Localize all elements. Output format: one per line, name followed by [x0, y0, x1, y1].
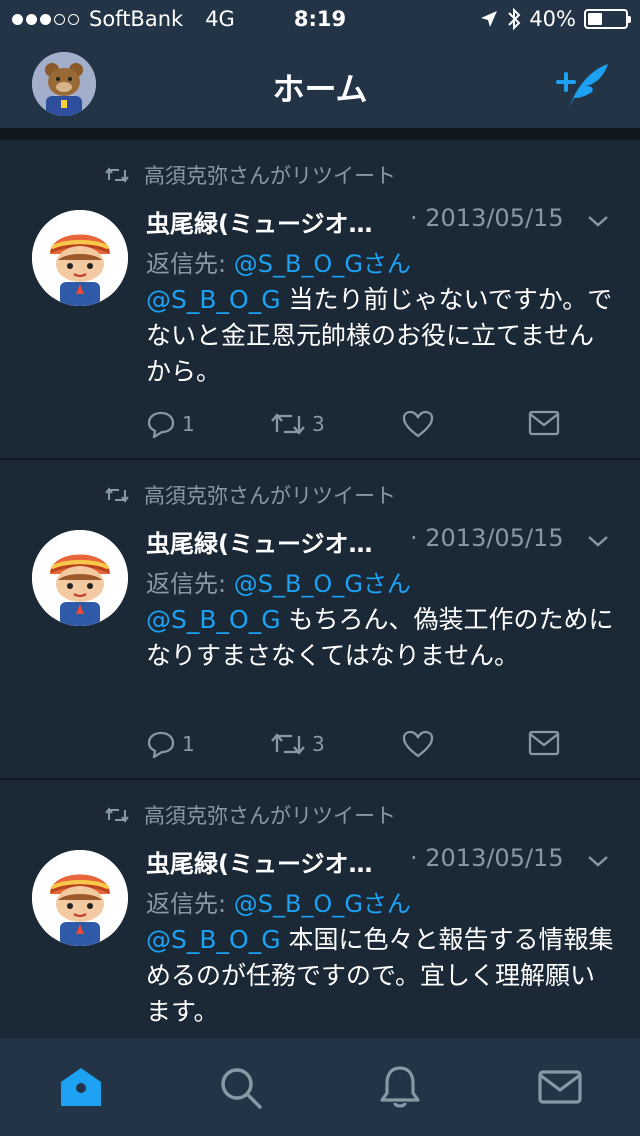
messages-icon[interactable] [536, 1064, 584, 1110]
battery-percent: 40% [529, 7, 576, 31]
reply-prefix: 返信先: [146, 250, 227, 278]
retweet-indicator: 高須克弥さんがリツイート [104, 480, 396, 510]
compose-tweet-icon[interactable] [556, 58, 612, 110]
heart-icon [402, 410, 434, 438]
mention-link[interactable]: @S_B_O_G [146, 605, 281, 634]
retweet-indicator: 高須克弥さんがリツイート [104, 160, 396, 190]
location-arrow-icon [481, 11, 498, 27]
envelope-icon [528, 730, 560, 756]
tweet-text: @S_B_O_G 本国に色々と報告する情報集めるのが任務ですので。宜しく理解願い… [146, 922, 616, 1030]
status-bar: SoftBank 4G 8:19 40% [0, 0, 640, 40]
chevron-down-icon[interactable] [586, 854, 610, 868]
reply-context: 返信先: @S_B_O_Gさん [146, 244, 411, 279]
tweet-card[interactable]: 高須克弥さんがリツイート 虫尾緑(ミュージオ… · 2013/05/15 返信先… [0, 140, 640, 458]
home-icon[interactable] [57, 1064, 105, 1110]
bluetooth-icon [508, 7, 521, 31]
author-name[interactable]: 虫尾緑(ミュージオ… [146, 844, 373, 879]
chevron-down-icon[interactable] [586, 214, 610, 228]
retweeted-by-label: 高須克弥さんがリツイート [144, 804, 396, 828]
tweet-date: · 2013/05/15 [410, 844, 564, 872]
retweet-count: 3 [312, 732, 325, 756]
reply-to-link[interactable]: @S_B_O_Gさん [234, 250, 411, 278]
retweet-small-icon [105, 487, 129, 503]
direct-message-button[interactable] [528, 410, 560, 436]
retweet-count: 3 [312, 412, 325, 436]
retweet-icon [271, 413, 305, 435]
reply-context: 返信先: @S_B_O_Gさん [146, 564, 411, 599]
tweet-card[interactable]: 高須克弥さんがリツイート 虫尾緑(ミュージオ… · 2013/05/15 返信先… [0, 780, 640, 1038]
tweet-actions: 1 3 [146, 730, 586, 766]
battery-icon [584, 9, 631, 29]
reply-icon [147, 731, 175, 758]
retweet-button[interactable]: 3 [270, 730, 325, 758]
mention-link[interactable]: @S_B_O_G [146, 925, 281, 954]
reply-prefix: 返信先: [146, 570, 227, 598]
reply-button[interactable]: 1 [146, 410, 195, 438]
like-button[interactable] [402, 730, 434, 758]
heart-icon [402, 730, 434, 758]
tweet-date: · 2013/05/15 [410, 204, 564, 232]
chevron-down-icon[interactable] [586, 534, 610, 548]
retweet-small-icon [105, 167, 129, 183]
notifications-icon[interactable] [376, 1064, 424, 1110]
retweeted-by-label: 高須克弥さんがリツイート [144, 164, 396, 188]
tweet-date: · 2013/05/15 [410, 524, 564, 552]
tab-bar [0, 1038, 640, 1136]
timeline[interactable]: 高須克弥さんがリツイート 虫尾緑(ミュージオ… · 2013/05/15 返信先… [0, 128, 640, 1038]
top-bar: SoftBank 4G 8:19 40% ホーム [0, 0, 640, 128]
reply-prefix: 返信先: [146, 890, 227, 918]
author-avatar[interactable] [32, 210, 128, 306]
reply-icon [147, 411, 175, 438]
search-icon[interactable] [216, 1064, 264, 1110]
author-avatar[interactable] [32, 530, 128, 626]
retweet-icon [271, 733, 305, 755]
tweet-actions: 1 3 [146, 410, 586, 446]
reply-button[interactable]: 1 [146, 730, 195, 758]
mention-link[interactable]: @S_B_O_G [146, 285, 281, 314]
tweet-card[interactable]: 高須克弥さんがリツイート 虫尾緑(ミュージオ… · 2013/05/15 返信先… [0, 460, 640, 778]
reply-count: 1 [182, 412, 195, 436]
reply-context: 返信先: @S_B_O_Gさん [146, 884, 411, 919]
author-avatar[interactable] [32, 850, 128, 946]
reply-count: 1 [182, 732, 195, 756]
author-name[interactable]: 虫尾緑(ミュージオ… [146, 524, 373, 559]
page-title: ホーム [272, 70, 368, 108]
direct-message-button[interactable] [528, 730, 560, 756]
retweet-button[interactable]: 3 [270, 410, 325, 438]
author-name[interactable]: 虫尾緑(ミュージオ… [146, 204, 373, 239]
reply-to-link[interactable]: @S_B_O_Gさん [234, 570, 411, 598]
tweet-text: @S_B_O_G もちろん、偽装工作のためになりすまさなくてはなりません。 [146, 602, 616, 674]
retweet-indicator: 高須克弥さんがリツイート [104, 800, 396, 830]
reply-to-link[interactable]: @S_B_O_Gさん [234, 890, 411, 918]
envelope-icon [528, 410, 560, 436]
retweet-small-icon [105, 807, 129, 823]
like-button[interactable] [402, 410, 434, 438]
tweet-text: @S_B_O_G 当たり前じゃないですか。でないと金正恩元帥様のお役に立てません… [146, 282, 616, 390]
retweeted-by-label: 高須克弥さんがリツイート [144, 484, 396, 508]
